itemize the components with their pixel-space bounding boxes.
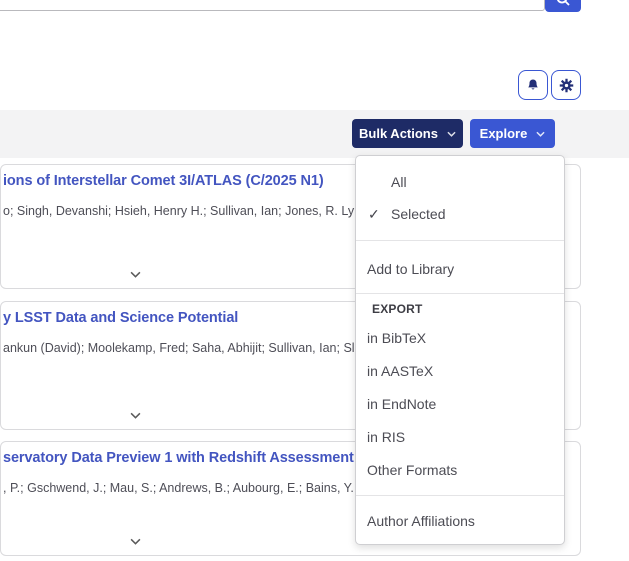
magnifier-icon	[555, 0, 571, 7]
header-actions	[518, 70, 581, 100]
export-section-header: EXPORT	[356, 296, 564, 322]
search-input[interactable]	[0, 0, 545, 11]
search-button[interactable]	[545, 0, 581, 12]
authors-text: ankun (David); Moolekamp, Fred; Saha, Ab…	[3, 341, 379, 355]
notifications-button[interactable]	[518, 70, 548, 100]
menu-item-other-formats[interactable]: Other Formats	[356, 454, 564, 487]
bell-icon	[526, 78, 540, 93]
menu-item-label: All	[391, 174, 407, 190]
chevron-down-icon	[130, 271, 141, 278]
menu-item-selected[interactable]: ✓ Selected	[356, 198, 564, 230]
ads-search-results-page: Bulk Actions Explore ions of Interstella…	[0, 0, 629, 561]
menu-item-all[interactable]: All	[356, 166, 564, 198]
menu-item-export-bibtex[interactable]: in BibTeX	[356, 322, 564, 355]
explore-label: Explore	[480, 126, 528, 141]
menu-item-export-ris[interactable]: in RIS	[356, 421, 564, 454]
bulk-actions-label: Bulk Actions	[359, 126, 438, 141]
menu-item-add-to-library[interactable]: Add to Library	[356, 251, 564, 287]
expand-abstract-button[interactable]	[128, 531, 143, 550]
results-toolbar: Bulk Actions Explore	[0, 110, 629, 158]
menu-item-author-affiliations[interactable]: Author Affiliations	[356, 504, 564, 538]
explore-button[interactable]: Explore	[470, 119, 555, 148]
menu-item-label: Selected	[391, 206, 445, 222]
menu-divider	[356, 293, 564, 294]
chevron-down-icon	[130, 412, 141, 419]
chevron-down-icon	[536, 131, 545, 137]
authors-text: o; Singh, Devanshi; Hsieh, Henry H.; Sul…	[3, 204, 390, 218]
settings-button[interactable]	[551, 70, 581, 100]
menu-divider	[356, 240, 564, 241]
menu-divider	[356, 495, 564, 496]
authors-text: , P.; Gschwend, J.; Mau, S.; Andrews, B.…	[3, 481, 361, 495]
bulk-actions-menu: All ✓ Selected Add to Library EXPORT in …	[355, 155, 565, 545]
menu-item-export-endnote[interactable]: in EndNote	[356, 388, 564, 421]
gear-icon	[559, 78, 574, 93]
expand-abstract-button[interactable]	[128, 405, 143, 424]
chevron-down-icon	[447, 131, 456, 137]
check-icon: ✓	[368, 198, 388, 230]
chevron-down-icon	[130, 538, 141, 545]
menu-item-export-aastex[interactable]: in AASTeX	[356, 355, 564, 388]
bulk-actions-button[interactable]: Bulk Actions	[352, 119, 463, 148]
expand-abstract-button[interactable]	[128, 264, 143, 283]
